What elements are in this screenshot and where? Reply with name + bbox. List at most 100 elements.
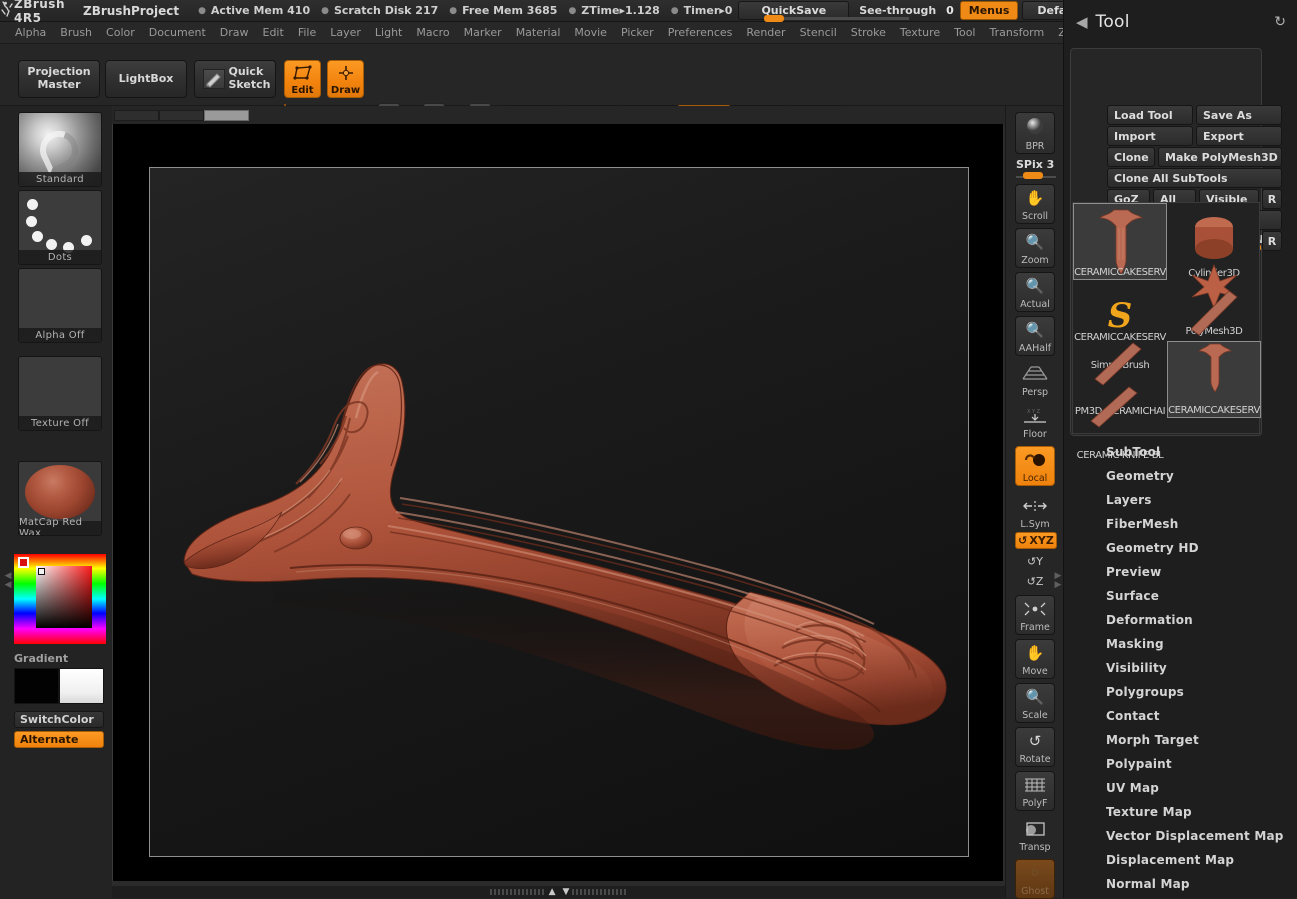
menu-edit[interactable]: Edit xyxy=(256,24,291,41)
canvas-area[interactable]: ▲ ▼ xyxy=(112,106,1005,898)
goz-r-button[interactable]: R xyxy=(1262,189,1282,209)
tool-thumb-ceramiccakeserv-3[interactable]: CERAMICCAKESERV xyxy=(1167,341,1261,418)
see-through-slider-knob[interactable] xyxy=(764,15,784,22)
move-nav-button[interactable]: ✋ Move xyxy=(1015,639,1055,679)
spix-slider-knob[interactable] xyxy=(1023,172,1043,179)
menu-stencil[interactable]: Stencil xyxy=(793,24,844,41)
subpalette-masking[interactable]: Masking xyxy=(1064,632,1297,656)
subpalette-contact[interactable]: Contact xyxy=(1064,704,1297,728)
sculpted-model-3d[interactable] xyxy=(150,168,969,857)
subpalette-subtool[interactable]: SubTool xyxy=(1064,440,1297,464)
zoom-button[interactable]: 🔍 Zoom xyxy=(1015,228,1055,268)
primary-color-swatch[interactable] xyxy=(14,668,59,704)
quick-sketch-button[interactable]: Quick Sketch xyxy=(194,60,276,98)
lsym-button[interactable]: L.Sym xyxy=(1015,492,1055,532)
import-button[interactable]: Import xyxy=(1107,126,1193,146)
material-swatch[interactable]: MatCap Red Wax xyxy=(18,461,102,536)
color-picker-handle[interactable] xyxy=(38,568,45,575)
alpha-swatch[interactable]: Alpha Off xyxy=(18,268,102,343)
scroll-button[interactable]: ✋ Scroll xyxy=(1015,184,1055,224)
texture-swatch[interactable]: Texture Off xyxy=(18,356,102,431)
reset-icon[interactable]: ↻ xyxy=(1274,14,1286,30)
subpalette-visibility[interactable]: Visibility xyxy=(1064,656,1297,680)
menu-macro[interactable]: Macro xyxy=(409,24,456,41)
subpalette-normal-map[interactable]: Normal Map xyxy=(1064,872,1297,896)
subpalette-vector-displacement-map[interactable]: Vector Displacement Map xyxy=(1064,824,1297,848)
brush-swatch[interactable]: Standard xyxy=(18,112,102,187)
subpalette-fibermesh[interactable]: FiberMesh xyxy=(1064,512,1297,536)
canvas-viewport[interactable] xyxy=(112,124,1003,891)
aahalf-button[interactable]: 🔍 AAHalf xyxy=(1015,316,1055,356)
edit-mode-button[interactable]: Edit xyxy=(284,60,321,98)
draw-mode-button[interactable]: Draw xyxy=(327,60,364,98)
color-picker-gradient[interactable] xyxy=(36,566,92,628)
menus-toggle-button[interactable]: Menus xyxy=(959,1,1019,20)
left-tray-collapse-arrows[interactable]: ◀ ◀ xyxy=(2,561,14,601)
color-picker-marker[interactable] xyxy=(18,557,29,568)
menu-layer[interactable]: Layer xyxy=(323,24,368,41)
subpalette-geometry[interactable]: Geometry xyxy=(1064,464,1297,488)
menu-brush[interactable]: Brush xyxy=(53,24,99,41)
menu-color[interactable]: Color xyxy=(99,24,142,41)
frame-button[interactable]: Frame xyxy=(1015,595,1055,635)
bpr-button[interactable]: BPR xyxy=(1015,112,1055,154)
menu-material[interactable]: Material xyxy=(509,24,568,41)
canvas-strip-seg[interactable] xyxy=(114,110,159,121)
canvas-bottom-bar[interactable]: ▲ ▼ xyxy=(112,886,1005,898)
menu-preferences[interactable]: Preferences xyxy=(661,24,740,41)
menu-movie[interactable]: Movie xyxy=(567,24,614,41)
subpalette-preview[interactable]: Preview xyxy=(1064,560,1297,584)
expand-down-icon[interactable]: ▼ xyxy=(563,887,570,897)
canvas-strip-seg-active[interactable] xyxy=(204,110,249,121)
subpalette-layers[interactable]: Layers xyxy=(1064,488,1297,512)
rotate-z-button[interactable]: ↺ Z xyxy=(1015,572,1055,591)
rotate-y-button[interactable]: ↺ Y xyxy=(1015,552,1055,571)
projection-master-button[interactable]: Projection Master xyxy=(18,60,100,98)
actual-size-button[interactable]: 🔍 Actual xyxy=(1015,272,1055,312)
make-polymesh3d-button[interactable]: Make PolyMesh3D xyxy=(1158,147,1282,167)
switch-color-button[interactable]: SwitchColor xyxy=(14,711,104,728)
subpalette-polypaint[interactable]: Polypaint xyxy=(1064,752,1297,776)
menu-draw[interactable]: Draw xyxy=(213,24,256,41)
xyz-rotate-button[interactable]: ↺ XYZ xyxy=(1015,532,1057,549)
menu-document[interactable]: Document xyxy=(142,24,213,41)
subpalette-displacement-map[interactable]: Displacement Map xyxy=(1064,848,1297,872)
ghost-button[interactable]: ⚪ Ghost xyxy=(1015,859,1055,899)
expand-up-icon[interactable]: ▲ xyxy=(549,887,556,897)
palette-caret-icon[interactable]: ◀ xyxy=(1076,13,1088,31)
menu-file[interactable]: File xyxy=(291,24,323,41)
stroke-swatch[interactable]: Dots xyxy=(18,190,102,265)
menu-marker[interactable]: Marker xyxy=(457,24,509,41)
menu-texture[interactable]: Texture xyxy=(893,24,947,41)
lightbox-button[interactable]: LightBox xyxy=(105,60,187,98)
local-button[interactable]: Local xyxy=(1015,446,1055,486)
rotate-nav-button[interactable]: ↺ Rotate xyxy=(1015,727,1055,767)
load-tool-button[interactable]: Load Tool xyxy=(1107,105,1193,125)
menu-transform[interactable]: Transform xyxy=(983,24,1052,41)
canvas-strip-seg[interactable] xyxy=(159,110,204,121)
menu-stroke[interactable]: Stroke xyxy=(844,24,893,41)
subpalette-surface[interactable]: Surface xyxy=(1064,584,1297,608)
save-as-button[interactable]: Save As xyxy=(1196,105,1282,125)
subpalette-uv-map[interactable]: UV Map xyxy=(1064,776,1297,800)
menu-light[interactable]: Light xyxy=(368,24,409,41)
clone-all-subtools-button[interactable]: Clone All SubTools xyxy=(1107,168,1282,188)
subpalette-morph-target[interactable]: Morph Target xyxy=(1064,728,1297,752)
alternate-button[interactable]: Alternate xyxy=(14,731,104,748)
menu-render[interactable]: Render xyxy=(739,24,792,41)
subpalette-polygroups[interactable]: Polygroups xyxy=(1064,680,1297,704)
polyframe-button[interactable]: PolyF xyxy=(1015,771,1055,811)
document-frame[interactable] xyxy=(149,167,969,857)
clone-button[interactable]: Clone xyxy=(1107,147,1155,167)
color-picker[interactable] xyxy=(14,554,106,644)
scale-nav-button[interactable]: 🔍 Scale xyxy=(1015,683,1055,723)
menu-picker[interactable]: Picker xyxy=(614,24,661,41)
export-button[interactable]: Export xyxy=(1196,126,1282,146)
menu-tool[interactable]: Tool xyxy=(947,24,982,41)
secondary-color-swatch[interactable] xyxy=(59,668,104,704)
see-through-slider[interactable] xyxy=(764,15,909,22)
persp-button[interactable]: Persp xyxy=(1015,360,1055,400)
subpalette-deformation[interactable]: Deformation xyxy=(1064,608,1297,632)
menu-alpha[interactable]: Alpha xyxy=(8,24,53,41)
subpalette-geometry-hd[interactable]: Geometry HD xyxy=(1064,536,1297,560)
